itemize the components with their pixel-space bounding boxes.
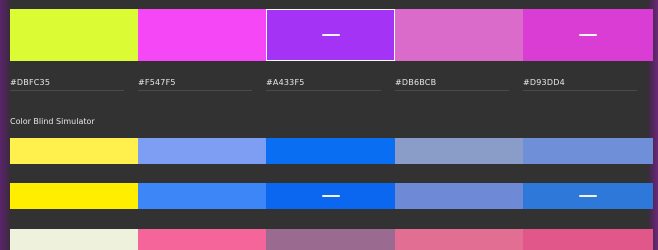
palette-swatch-3[interactable]	[266, 9, 395, 61]
sim-swatch	[138, 229, 266, 250]
hex-field-3[interactable]: #A433F5	[266, 76, 395, 92]
section-title: Color Blind Simulator	[10, 117, 95, 126]
simulation-row-1	[10, 138, 653, 164]
sim-swatch	[10, 229, 138, 250]
simulation-row-3	[10, 229, 653, 250]
sim-swatch	[266, 183, 395, 209]
hex-code-label: #D93DD4	[523, 78, 565, 87]
hex-underline	[10, 90, 124, 91]
hex-field-4[interactable]: #DB6BCB	[395, 76, 523, 92]
hex-code-label: #F547F5	[138, 78, 176, 87]
palette-swatch-2[interactable]	[138, 9, 266, 61]
sim-swatch	[523, 229, 653, 250]
hex-underline	[266, 90, 381, 91]
drag-handle-icon[interactable]	[321, 34, 340, 36]
sim-swatch	[266, 138, 395, 164]
drag-handle-icon	[321, 195, 340, 197]
hex-underline	[138, 90, 252, 91]
sim-swatch	[395, 138, 523, 164]
palette-swatch-4[interactable]	[395, 9, 523, 61]
drag-handle-icon	[579, 195, 597, 197]
hex-field-5[interactable]: #D93DD4	[523, 76, 653, 92]
palette-swatch-1[interactable]	[10, 9, 138, 61]
hex-code-label: #DB6BCB	[395, 78, 437, 87]
hex-underline	[523, 90, 637, 91]
sim-swatch	[523, 183, 653, 209]
sim-swatch	[266, 229, 395, 250]
hex-underline	[395, 90, 509, 91]
simulation-row-2	[10, 183, 653, 209]
sim-swatch	[138, 183, 266, 209]
drag-handle-icon[interactable]	[579, 34, 597, 36]
hex-code-label: #A433F5	[266, 78, 305, 87]
hex-code-row: #DBFC35 #F547F5 #A433F5 #DB6BCB #D93DD4	[10, 76, 653, 92]
sim-swatch	[395, 229, 523, 250]
hex-field-1[interactable]: #DBFC35	[10, 76, 138, 92]
sim-swatch	[395, 183, 523, 209]
hex-field-2[interactable]: #F547F5	[138, 76, 266, 92]
palette-swatch-5[interactable]	[523, 9, 653, 61]
sim-swatch	[10, 138, 138, 164]
hex-code-label: #DBFC35	[10, 78, 51, 87]
sim-swatch	[523, 138, 653, 164]
sim-swatch	[138, 138, 266, 164]
sim-swatch	[10, 183, 138, 209]
palette-row	[10, 9, 653, 61]
